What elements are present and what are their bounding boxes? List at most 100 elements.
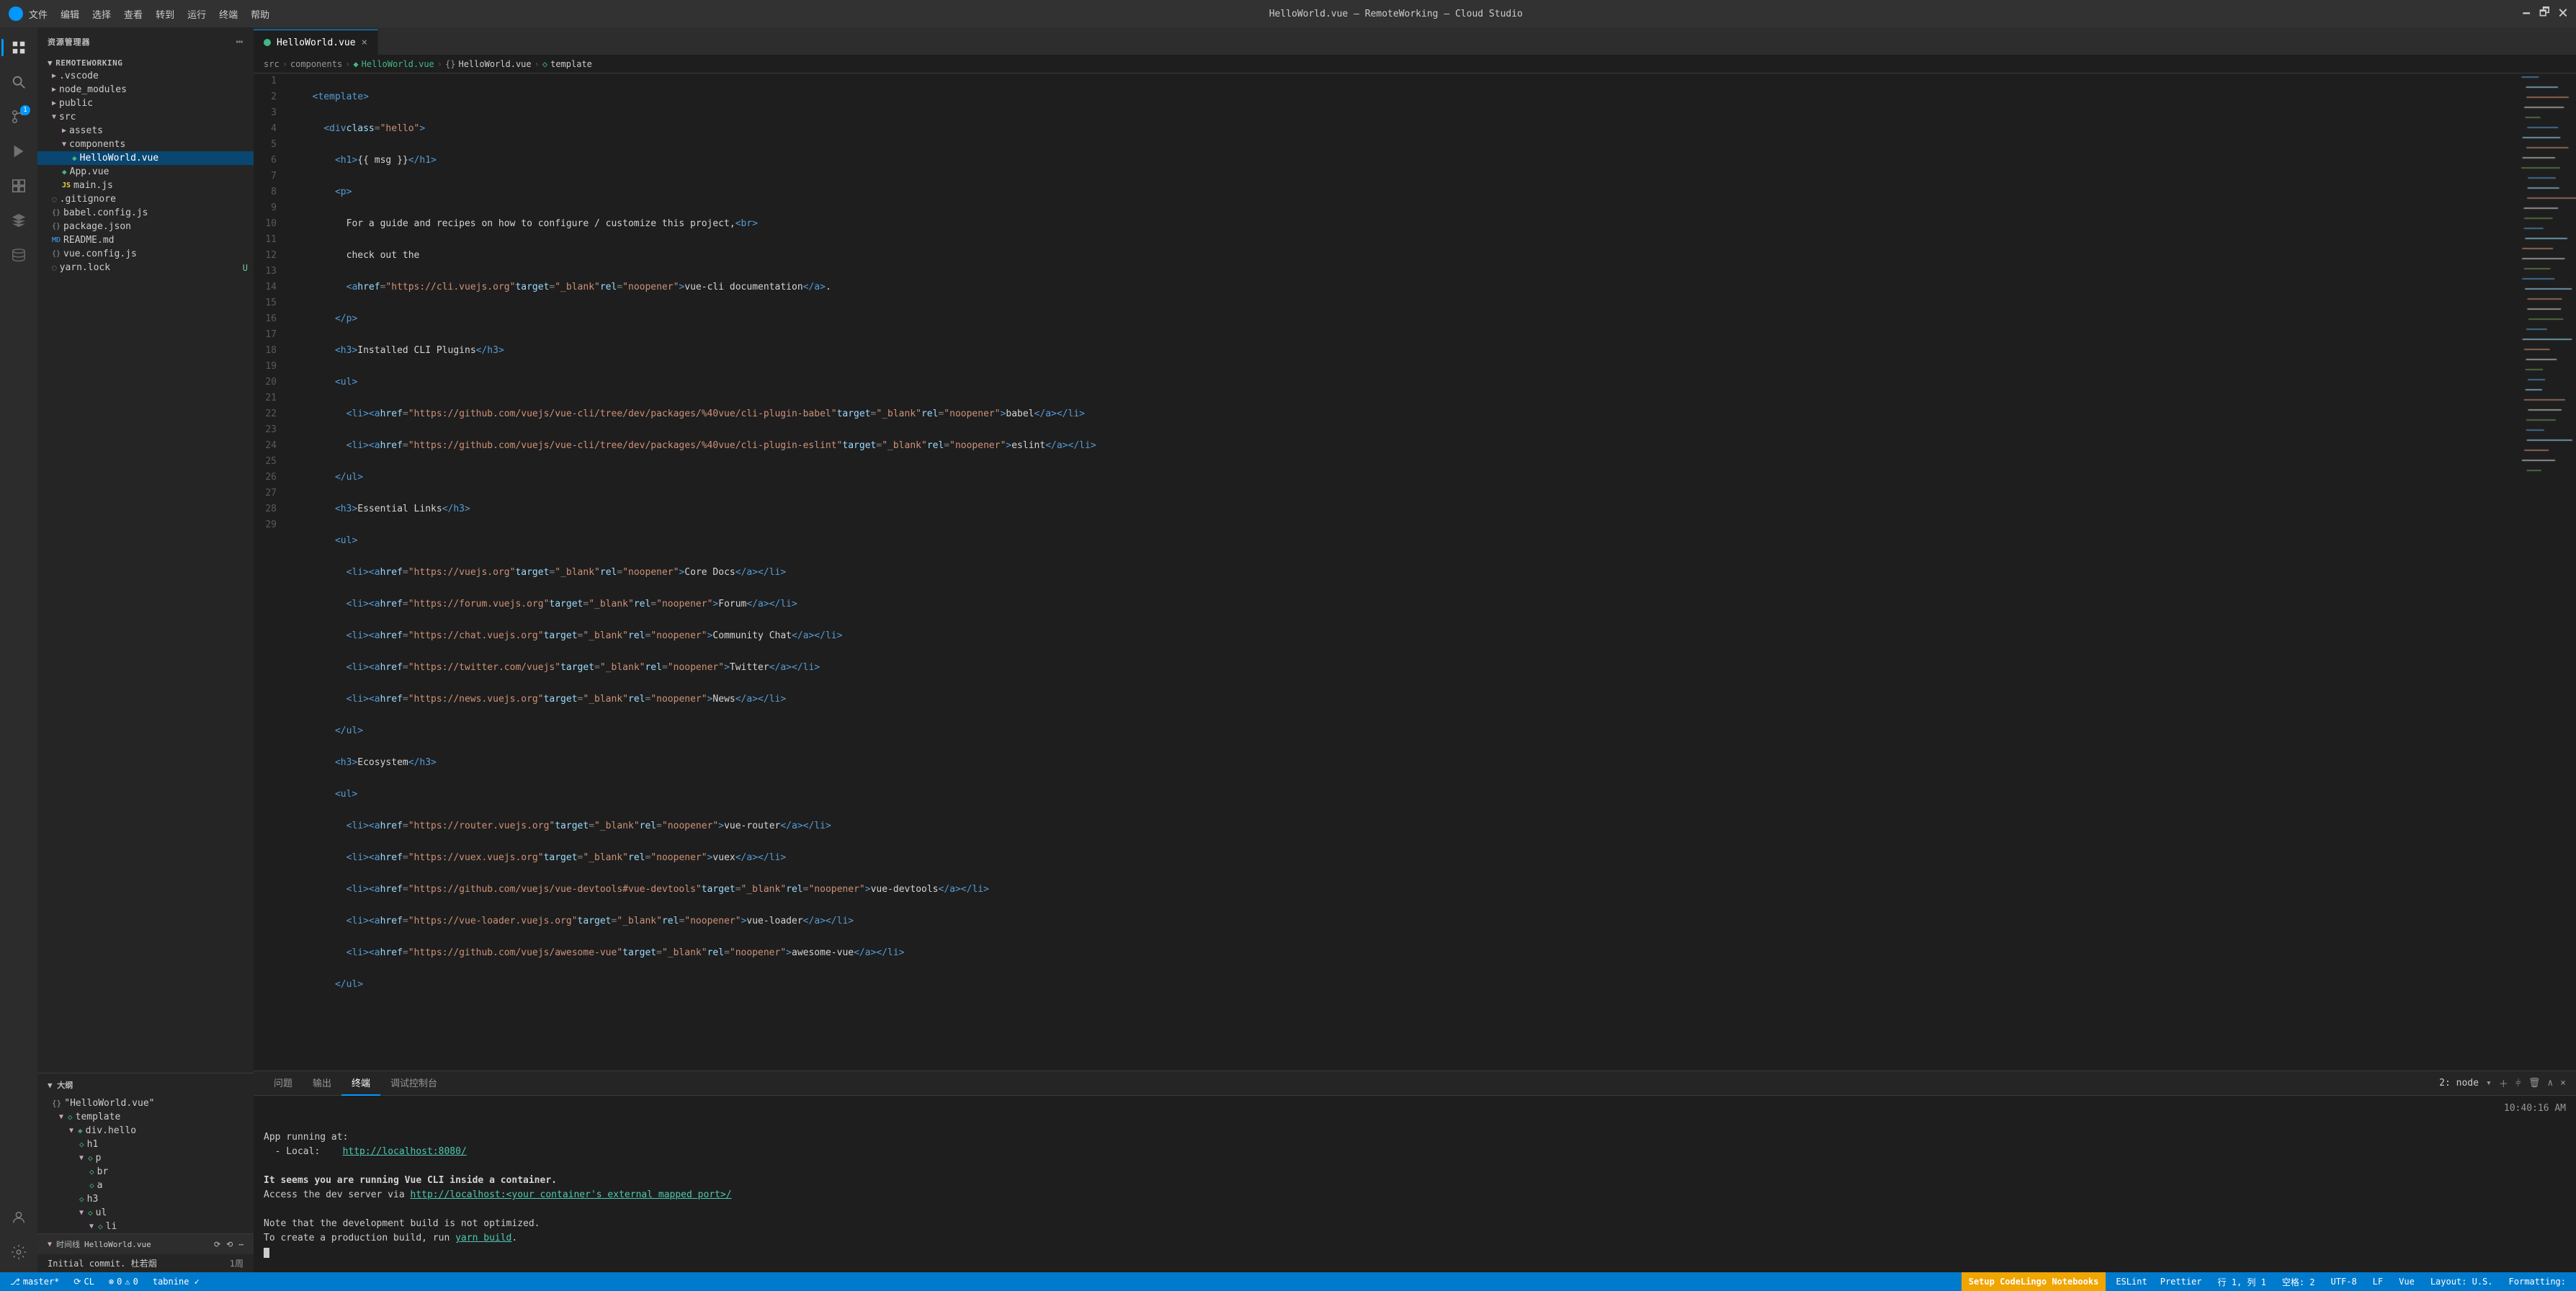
status-eslint[interactable]: ESLint [2116, 1277, 2147, 1287]
terminal-content[interactable]: 10:40:16 AM App running at: - Local: htt… [254, 1096, 2576, 1272]
status-line-ending[interactable]: LF [2370, 1277, 2386, 1287]
timeline-refresh-icon[interactable]: ⟳ [214, 1240, 220, 1249]
outline-item-h1[interactable]: ◇ h1 [37, 1138, 254, 1151]
outline-item-template[interactable]: ▼ ◇ template [37, 1110, 254, 1124]
terminal-trash-icon[interactable]: 🗑 [2528, 1078, 2541, 1089]
activity-search[interactable] [4, 68, 33, 97]
title-bar: 文件 编辑 选择 查看 转到 运行 终端 帮助 HelloWorld.vue —… [0, 0, 2576, 27]
breadcrumb-components[interactable]: components [290, 59, 342, 69]
status-sync[interactable]: ⟳ CL [71, 1277, 97, 1287]
panel-tab-output[interactable]: 输出 [303, 1071, 341, 1096]
menu-edit[interactable]: 编辑 [61, 7, 79, 21]
status-encoding[interactable]: UTF-8 [2328, 1277, 2360, 1287]
activity-extensions[interactable] [4, 171, 33, 200]
tree-item-app-vue[interactable]: ◆ App.vue [37, 165, 254, 179]
panel-tab-problems[interactable]: 问题 [264, 1071, 303, 1096]
activity-source-control[interactable]: 1 [4, 102, 33, 131]
tree-item-gitignore[interactable]: ◌ .gitignore [37, 192, 254, 206]
tree-item-node-modules[interactable]: ▶ node_modules [37, 83, 254, 97]
panel-tab-terminal[interactable]: 终端 [341, 1071, 380, 1096]
activity-settings[interactable] [4, 1238, 33, 1267]
tree-item-helloworld[interactable]: ◆ HelloWorld.vue [37, 151, 254, 165]
outline-item-br[interactable]: ◇ br [37, 1165, 254, 1179]
menu-goto[interactable]: 转到 [156, 7, 174, 21]
terminal-dropdown-icon[interactable]: ▾ [2486, 1078, 2492, 1089]
branch-name: master* [23, 1277, 60, 1287]
tree-item-components[interactable]: ▼ components [37, 138, 254, 151]
editor-area: HelloWorld.vue × src › components › ◆ He… [254, 27, 2576, 1272]
breadcrumb-json[interactable]: HelloWorld.vue [458, 59, 531, 69]
status-setup-codelingo[interactable]: Setup CodeLingo Notebooks [1962, 1272, 2106, 1291]
root-folder-label[interactable]: ▼ REMOTEWORKING [37, 55, 254, 69]
status-branch[interactable]: ⎇ master* [7, 1277, 62, 1287]
menu-bar[interactable]: 文件 编辑 选择 查看 转到 运行 终端 帮助 [29, 7, 269, 21]
status-spaces[interactable]: 空格: 2 [2279, 1276, 2318, 1288]
breadcrumb-src[interactable]: src [264, 59, 279, 69]
status-language[interactable]: Vue [2396, 1277, 2418, 1287]
activity-explorer[interactable] [4, 33, 33, 62]
menu-view[interactable]: 查看 [124, 7, 143, 21]
outline-item-h3[interactable]: ◇ h3 [37, 1192, 254, 1206]
status-layout[interactable]: Layout: U.S. [2428, 1277, 2496, 1287]
terminal-close-icon[interactable]: × [2560, 1078, 2566, 1089]
editor-tab-helloworld[interactable]: HelloWorld.vue × [254, 30, 378, 55]
timeline-icons[interactable]: ⟳ ⟲ ⋯ [214, 1240, 243, 1249]
outline-item-p[interactable]: ▼ ◇ p [37, 1151, 254, 1165]
terminal-new-icon[interactable]: ＋ [2499, 1076, 2508, 1090]
timeline-more-icon[interactable]: ⋯ [238, 1240, 243, 1249]
terminal-maximize-icon[interactable]: ∧ [2547, 1078, 2553, 1089]
activity-account[interactable] [4, 1203, 33, 1232]
title-bar-controls[interactable]: 🗕 🗗 🗙 [2522, 4, 2567, 24]
code-line-29: </ul> [301, 977, 2508, 993]
tree-item-package-json[interactable]: {} package.json [37, 220, 254, 233]
tree-item-vscode[interactable]: ▶ .vscode [37, 69, 254, 83]
maximize-icon[interactable]: 🗗 [2539, 4, 2550, 24]
close-window-icon[interactable]: 🗙 [2559, 4, 2567, 24]
breadcrumb-file[interactable]: HelloWorld.vue [362, 59, 434, 69]
tree-item-main-js[interactable]: JS main.js [37, 179, 254, 192]
timeline-header[interactable]: ▼ 时间线 HelloWorld.vue ⟳ ⟲ ⋯ [37, 1234, 254, 1254]
outline-item-file[interactable]: {} "HelloWorld.vue" [37, 1096, 254, 1110]
tree-item-src[interactable]: ▼ src [37, 110, 254, 124]
menu-help[interactable]: 帮助 [251, 7, 269, 21]
status-position[interactable]: 行 1, 列 1 [2215, 1276, 2269, 1288]
status-tabnine[interactable]: tabnine ✓ [150, 1277, 202, 1287]
code-line-19: <li><a href="https://twitter.com/vuejs" … [301, 660, 2508, 676]
panel-tab-debug[interactable]: 调试控制台 [380, 1071, 447, 1096]
timeline-filter-icon[interactable]: ⟲ [226, 1240, 233, 1249]
code-line-15: <ul> [301, 533, 2508, 549]
status-errors[interactable]: ⊗ 0 ⚠ 0 [106, 1277, 141, 1287]
outline-item-a[interactable]: ◇ a [37, 1179, 254, 1192]
timeline-item-commit[interactable]: Initial commit. 杜若烟 1周 [37, 1254, 254, 1272]
tab-close-icon[interactable]: × [362, 37, 367, 48]
terminal-split-icon[interactable]: ⫩ [2515, 1078, 2521, 1089]
menu-file[interactable]: 文件 [29, 7, 48, 21]
activity-database[interactable] [4, 241, 33, 269]
tree-item-assets[interactable]: ▶ assets [37, 124, 254, 138]
status-prettier[interactable]: Prettier [2157, 1277, 2205, 1287]
timeline-section: ▼ 时间线 HelloWorld.vue ⟳ ⟲ ⋯ Initial commi… [37, 1233, 254, 1272]
sidebar-more-icon[interactable]: ⋯ [236, 35, 243, 48]
menu-run[interactable]: 运行 [187, 7, 206, 21]
code-content[interactable]: <template> <div class="hello"> <h1>{{ ms… [291, 73, 2518, 1071]
tree-item-babel[interactable]: {} babel.config.js [37, 206, 254, 220]
tree-item-readme[interactable]: MD README.md [37, 233, 254, 247]
menu-terminal[interactable]: 终端 [219, 7, 238, 21]
activity-run[interactable] [4, 137, 33, 166]
outline-item-ul[interactable]: ▼ ◇ ul [37, 1206, 254, 1220]
outline-item-li[interactable]: ▼ ◇ li [37, 1220, 254, 1233]
terminal-line-2: App running at: [264, 1130, 2566, 1145]
tree-item-yarn-lock[interactable]: ◌ yarn.lock U [37, 261, 254, 274]
breadcrumb-template[interactable]: template [550, 59, 592, 69]
code-editor-container[interactable]: 1 2 3 4 5 6 7 8 9 10 11 12 13 14 15 16 1… [254, 73, 2576, 1071]
tree-item-public[interactable]: ▶ public [37, 97, 254, 110]
tree-item-vue-config[interactable]: {} vue.config.js [37, 247, 254, 261]
outline-item-div-hello[interactable]: ▼ ◈ div.hello [37, 1124, 254, 1138]
menu-select[interactable]: 选择 [92, 7, 111, 21]
status-formatting[interactable]: Formatting: [2506, 1277, 2569, 1287]
minimize-icon[interactable]: 🗕 [2522, 4, 2530, 24]
terminal-line-5: It seems you are running Vue CLI inside … [264, 1174, 2566, 1188]
activity-gitlens[interactable] [4, 206, 33, 235]
outline-header[interactable]: ▼ 大纲 [37, 1073, 254, 1096]
prettier-label: Prettier [2160, 1277, 2202, 1287]
